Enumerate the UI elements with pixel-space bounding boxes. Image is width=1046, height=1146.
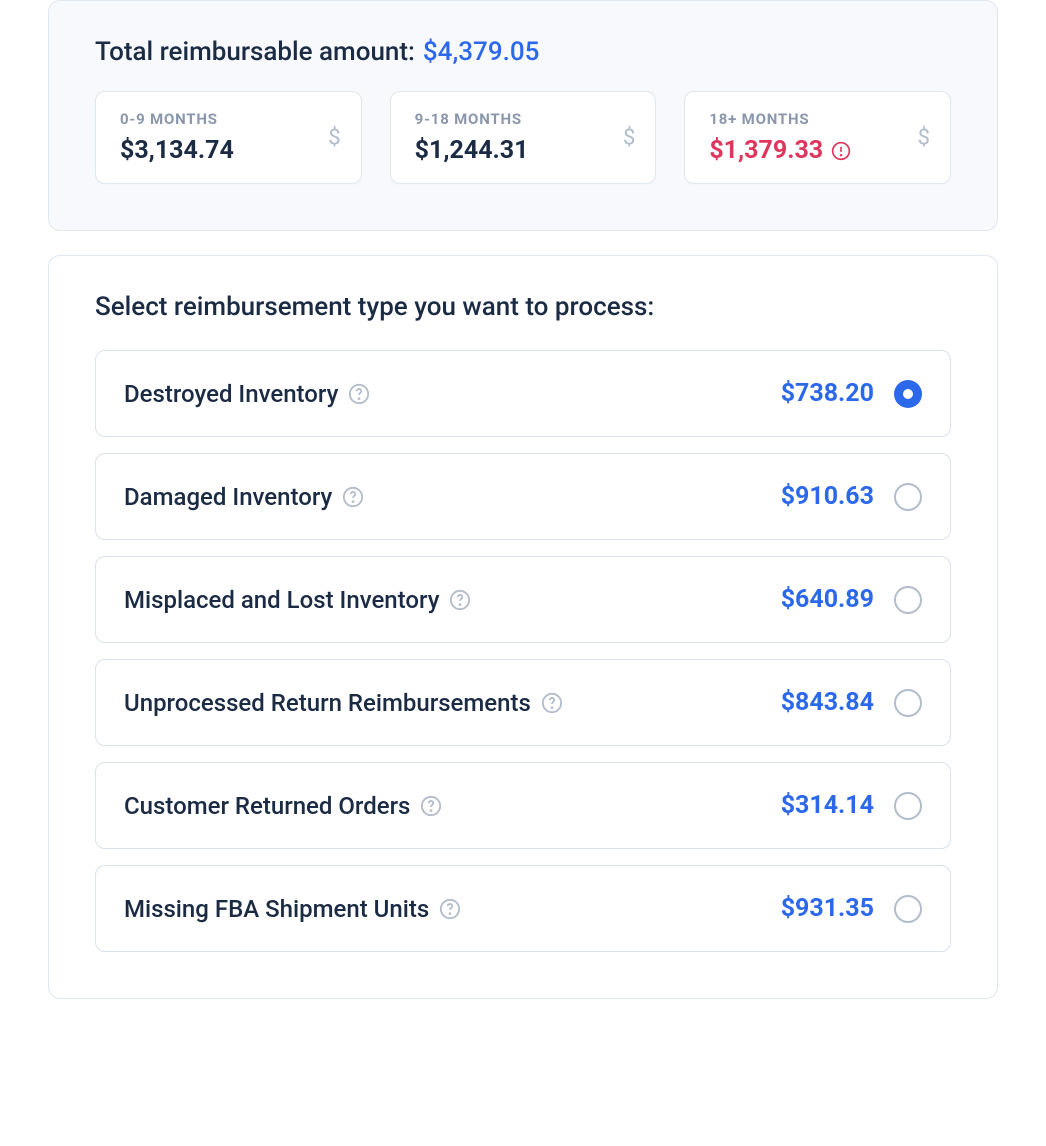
type-item-damaged-inventory[interactable]: Damaged Inventory $910.63 xyxy=(95,453,951,540)
radio-unselected[interactable] xyxy=(894,689,922,717)
type-item-misplaced-lost[interactable]: Misplaced and Lost Inventory $640.89 xyxy=(95,556,951,643)
total-label: Total reimbursable amount: xyxy=(95,37,415,67)
type-right: $931.35 xyxy=(781,894,922,923)
radio-unselected[interactable] xyxy=(894,586,922,614)
type-amount: $640.89 xyxy=(781,585,874,614)
radio-selected[interactable] xyxy=(894,380,922,408)
type-label: Unprocessed Return Reimbursements xyxy=(124,689,531,717)
type-label: Destroyed Inventory xyxy=(124,380,338,408)
card-label: 9-18 MONTHS xyxy=(415,110,632,128)
dollar-icon: $ xyxy=(623,125,635,150)
type-right: $738.20 xyxy=(781,379,922,408)
dollar-icon: $ xyxy=(328,125,340,150)
type-amount: $843.84 xyxy=(781,688,874,717)
card-18-plus-months[interactable]: 18+ MONTHS $1,379.33 $ xyxy=(684,91,951,184)
type-amount: $931.35 xyxy=(781,894,874,923)
help-icon[interactable] xyxy=(541,692,563,714)
type-item-destroyed-inventory[interactable]: Destroyed Inventory $738.20 xyxy=(95,350,951,437)
type-right: $843.84 xyxy=(781,688,922,717)
type-list: Destroyed Inventory $738.20 Damaged Inve… xyxy=(95,350,951,952)
type-label: Damaged Inventory xyxy=(124,483,332,511)
section-title: Select reimbursement type you want to pr… xyxy=(95,292,951,322)
help-icon[interactable] xyxy=(348,383,370,405)
summary-panel: Total reimbursable amount: $4,379.05 0-9… xyxy=(48,0,998,231)
card-value: $3,134.74 xyxy=(120,136,337,165)
alert-icon xyxy=(831,141,851,161)
type-item-unprocessed-returns[interactable]: Unprocessed Return Reimbursements $843.8… xyxy=(95,659,951,746)
type-label: Misplaced and Lost Inventory xyxy=(124,586,439,614)
type-left: Customer Returned Orders xyxy=(124,792,442,820)
card-label: 0-9 MONTHS xyxy=(120,110,337,128)
card-value: $1,244.31 xyxy=(415,136,632,165)
type-amount: $910.63 xyxy=(781,482,874,511)
type-left: Destroyed Inventory xyxy=(124,380,370,408)
help-icon[interactable] xyxy=(420,795,442,817)
total-amount: $4,379.05 xyxy=(423,37,539,67)
total-row: Total reimbursable amount: $4,379.05 xyxy=(95,37,951,67)
type-item-customer-returned[interactable]: Customer Returned Orders $314.14 xyxy=(95,762,951,849)
help-icon[interactable] xyxy=(342,486,364,508)
type-amount: $738.20 xyxy=(781,379,874,408)
type-right: $910.63 xyxy=(781,482,922,511)
type-left: Missing FBA Shipment Units xyxy=(124,895,461,923)
type-left: Unprocessed Return Reimbursements xyxy=(124,689,563,717)
card-value: $1,379.33 xyxy=(709,136,926,165)
type-label: Missing FBA Shipment Units xyxy=(124,895,429,923)
radio-unselected[interactable] xyxy=(894,483,922,511)
type-left: Damaged Inventory xyxy=(124,483,364,511)
help-icon[interactable] xyxy=(449,589,471,611)
card-9-18-months[interactable]: 9-18 MONTHS $1,244.31 $ xyxy=(390,91,657,184)
type-item-missing-fba[interactable]: Missing FBA Shipment Units $931.35 xyxy=(95,865,951,952)
card-value-text: $1,379.33 xyxy=(709,136,823,165)
radio-unselected[interactable] xyxy=(894,895,922,923)
type-amount: $314.14 xyxy=(781,791,874,820)
types-panel: Select reimbursement type you want to pr… xyxy=(48,255,998,999)
type-right: $640.89 xyxy=(781,585,922,614)
help-icon[interactable] xyxy=(439,898,461,920)
card-label: 18+ MONTHS xyxy=(709,110,926,128)
type-label: Customer Returned Orders xyxy=(124,792,410,820)
type-right: $314.14 xyxy=(781,791,922,820)
radio-unselected[interactable] xyxy=(894,792,922,820)
dollar-icon: $ xyxy=(918,125,930,150)
card-0-9-months[interactable]: 0-9 MONTHS $3,134.74 $ xyxy=(95,91,362,184)
cards-row: 0-9 MONTHS $3,134.74 $ 9-18 MONTHS $1,24… xyxy=(95,91,951,184)
type-left: Misplaced and Lost Inventory xyxy=(124,586,471,614)
